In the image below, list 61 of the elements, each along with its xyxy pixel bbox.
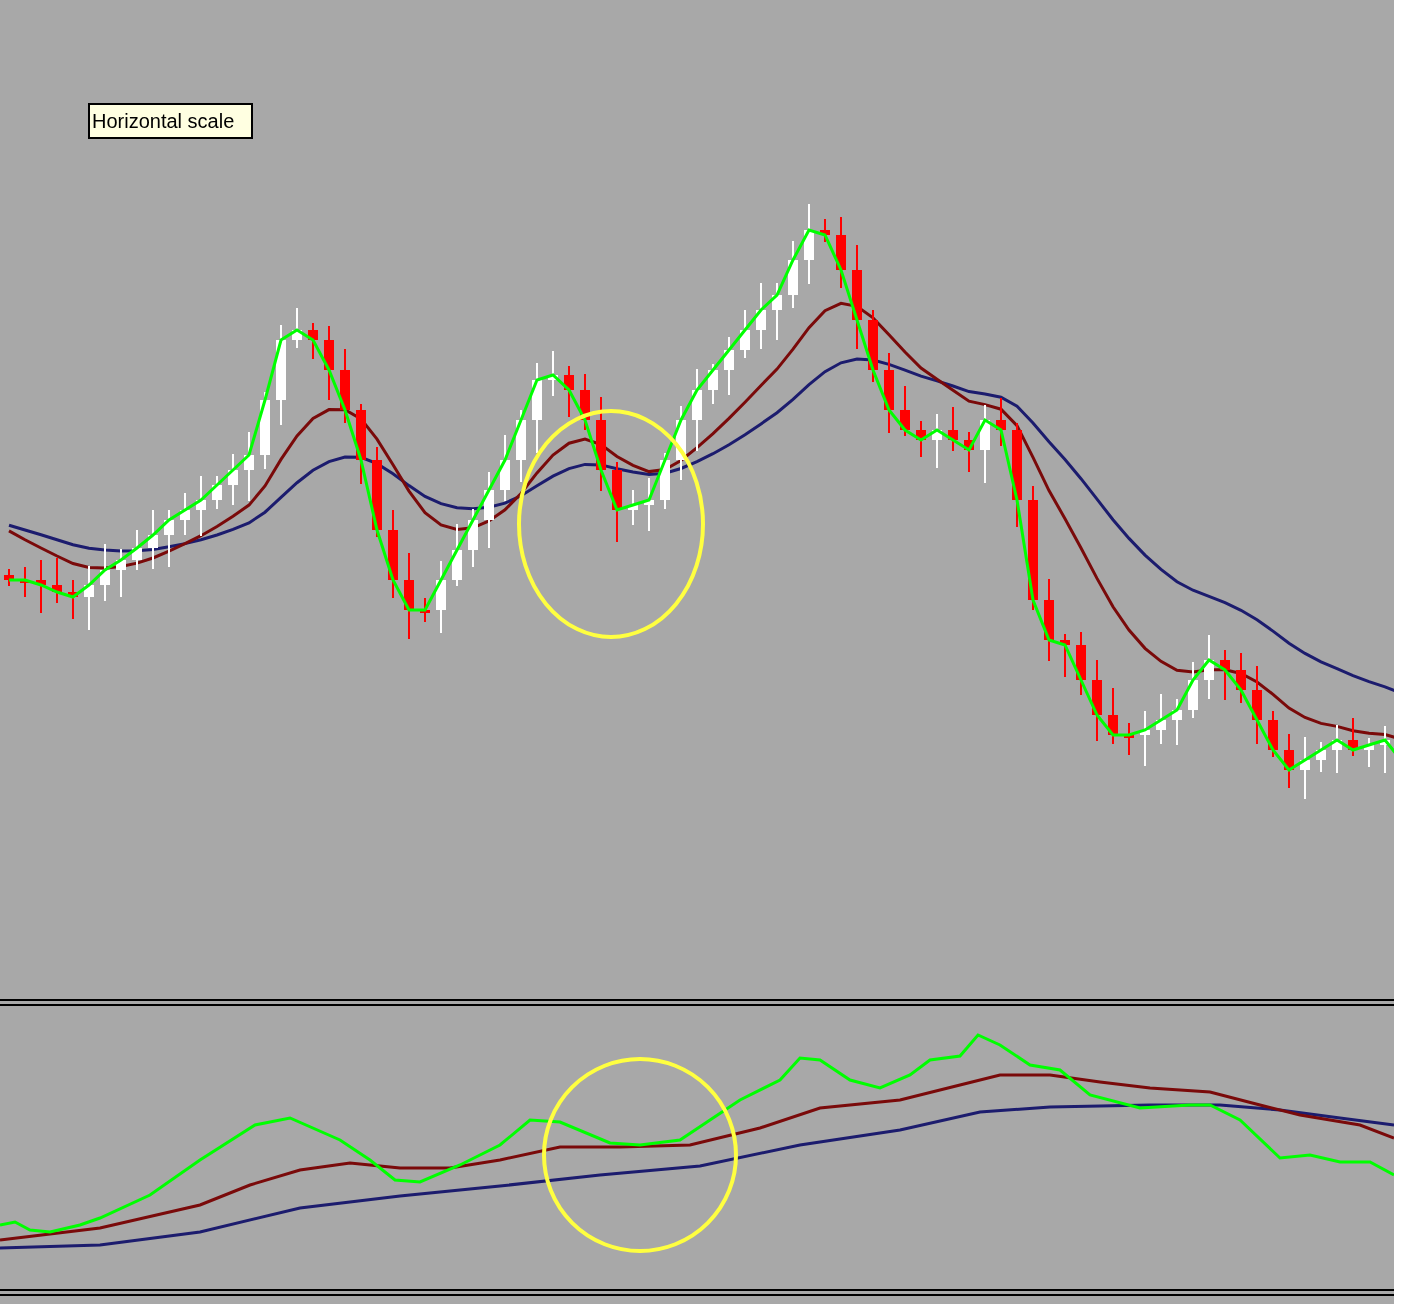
candlestick bbox=[1140, 710, 1150, 767]
candlestick bbox=[500, 434, 510, 502]
candlestick bbox=[1124, 722, 1134, 756]
candlestick bbox=[148, 509, 158, 570]
candlestick bbox=[628, 489, 638, 526]
candlestick bbox=[228, 453, 238, 506]
candlestick bbox=[1348, 717, 1358, 757]
candlestick bbox=[20, 566, 30, 598]
candlestick bbox=[1060, 633, 1070, 678]
candlestick bbox=[1204, 634, 1214, 700]
candlestick bbox=[180, 492, 190, 536]
candlestick bbox=[996, 397, 1006, 447]
candlestick bbox=[948, 406, 958, 452]
candlestick bbox=[964, 431, 974, 473]
candlestick bbox=[1156, 693, 1166, 745]
candlestick bbox=[1300, 736, 1310, 800]
candlestick bbox=[724, 336, 734, 396]
candlestick bbox=[916, 420, 926, 458]
candlestick bbox=[1268, 710, 1278, 758]
candlestick bbox=[1332, 724, 1342, 774]
candlestick bbox=[196, 475, 206, 537]
candlestick bbox=[660, 452, 670, 510]
candlestick bbox=[1076, 631, 1086, 696]
candlestick bbox=[932, 413, 942, 469]
candlestick bbox=[740, 309, 750, 359]
candlestick bbox=[548, 350, 558, 397]
candlestick bbox=[1220, 649, 1230, 701]
candlestick bbox=[212, 475, 222, 510]
candlestick bbox=[132, 529, 142, 571]
candlestick bbox=[420, 597, 430, 623]
candlestick bbox=[1172, 698, 1182, 746]
candlestick bbox=[1188, 661, 1198, 719]
candlestick bbox=[564, 365, 574, 418]
candlestick bbox=[1284, 733, 1294, 789]
candlestick bbox=[4, 568, 14, 587]
candlestick bbox=[756, 282, 766, 350]
candlestick bbox=[1108, 687, 1118, 745]
candlestick bbox=[36, 559, 46, 614]
candlestick bbox=[292, 307, 302, 349]
candlestick bbox=[468, 508, 478, 568]
candlestick bbox=[84, 565, 94, 631]
candlestick bbox=[52, 557, 62, 604]
candlestick bbox=[100, 543, 110, 602]
candlestick bbox=[708, 363, 718, 405]
candlestick bbox=[308, 322, 318, 360]
candlestick bbox=[244, 431, 254, 502]
tooltip: Horizontal scale bbox=[88, 103, 253, 139]
candlestick bbox=[452, 523, 462, 587]
candlestick bbox=[1316, 741, 1326, 773]
candlestick bbox=[68, 579, 78, 620]
candlestick bbox=[820, 218, 830, 243]
candlestick bbox=[116, 548, 126, 598]
candlestick bbox=[788, 240, 798, 309]
candlestick bbox=[900, 385, 910, 437]
candlestick bbox=[164, 509, 174, 568]
candlestick bbox=[1380, 725, 1390, 774]
candlestick bbox=[1364, 737, 1374, 768]
candlestick bbox=[1236, 652, 1246, 704]
candlestick bbox=[644, 477, 654, 532]
candlestick bbox=[772, 282, 782, 341]
candlestick bbox=[580, 373, 590, 431]
